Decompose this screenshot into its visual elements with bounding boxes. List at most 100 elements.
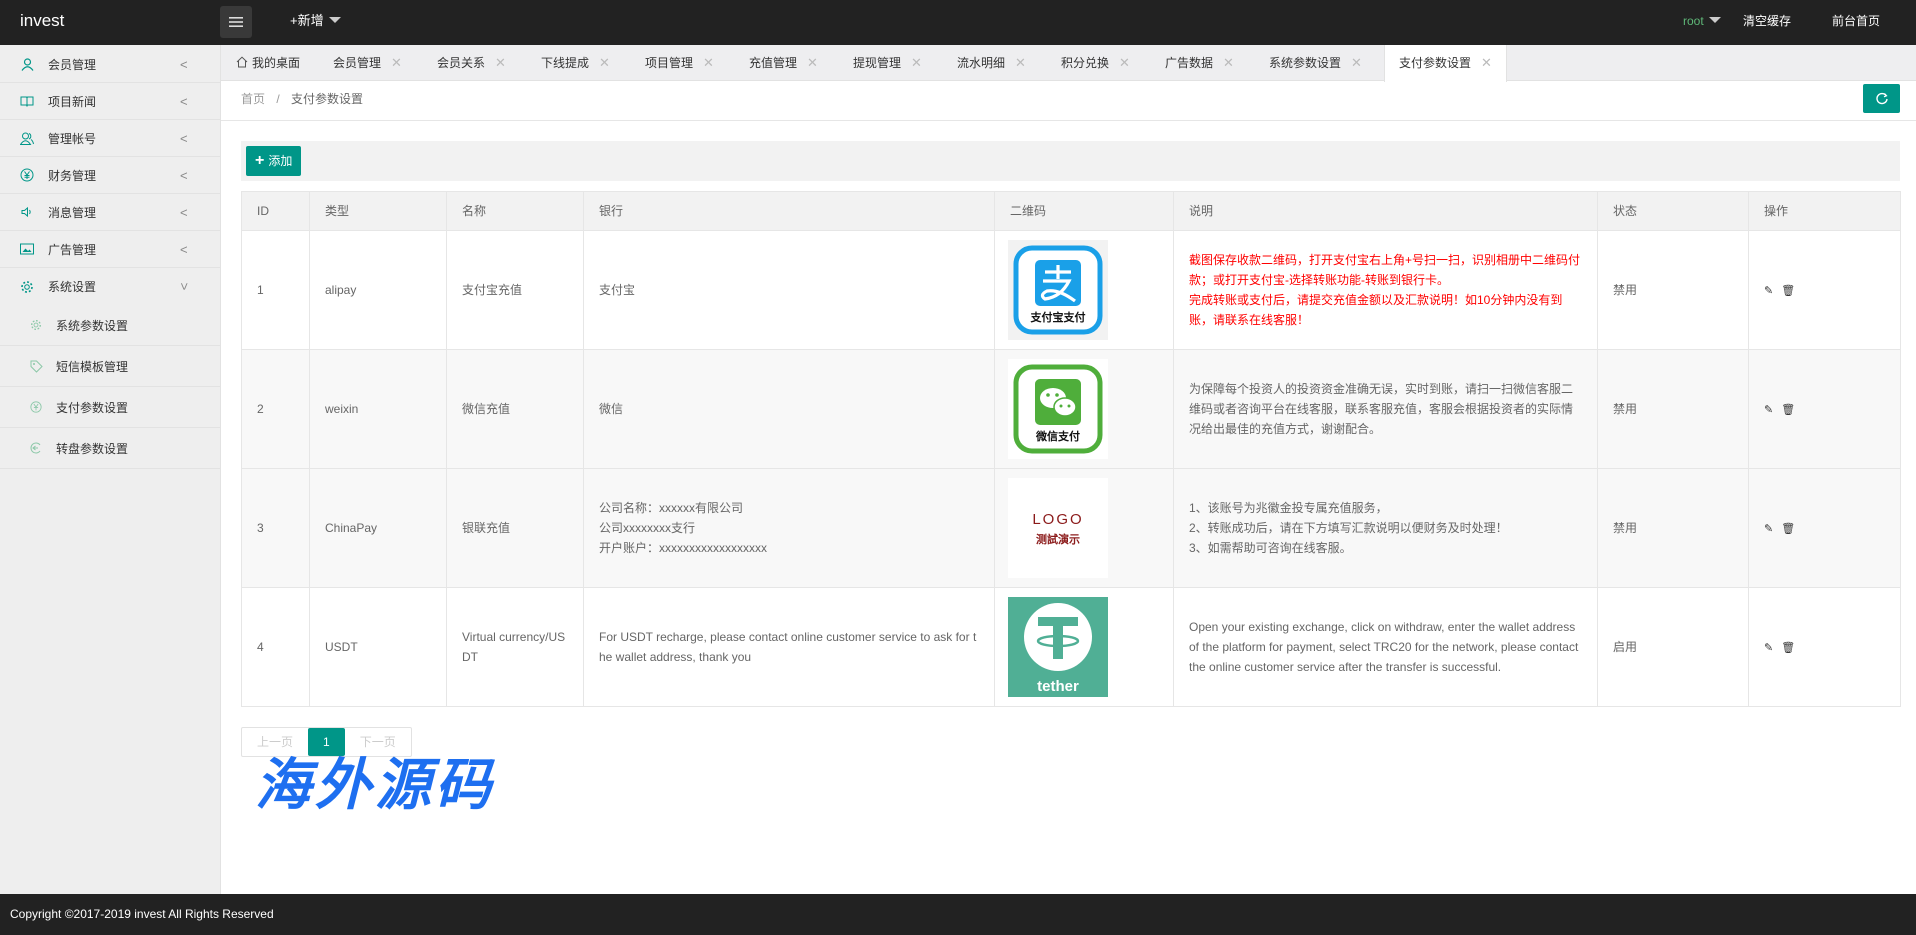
col-header-bank: 银行 — [583, 191, 995, 231]
delete-icon[interactable]: 🗑 — [1781, 285, 1795, 297]
tab-payment-params[interactable]: 支付参数设置 ✕ — [1384, 45, 1507, 82]
tab-withdraw[interactable]: 提现管理 ✕ — [853, 45, 922, 81]
wechat-pay-logo-icon: 微信支付 — [1013, 364, 1103, 454]
tab-members[interactable]: 会员管理 ✕ — [333, 45, 402, 81]
sidebar-item-label: 转盘参数设置 — [56, 441, 129, 456]
chevron-left-icon: < — [180, 130, 188, 146]
qr-caption: tether — [1037, 678, 1079, 695]
alipay-qrcode-image[interactable]: 支付宝支付 — [1008, 240, 1108, 340]
sidebar-subitem-payment-params[interactable]: 支付参数设置 — [0, 387, 220, 428]
tab-points-exchange[interactable]: 积分兑换 ✕ — [1061, 45, 1130, 81]
qr-caption: 微信支付 — [1035, 429, 1080, 443]
cell-bank: 支付宝 — [583, 230, 995, 350]
refresh-button[interactable] — [1863, 84, 1900, 113]
delete-icon[interactable]: 🗑 — [1781, 642, 1795, 654]
user-icon — [20, 57, 34, 71]
close-icon[interactable]: ✕ — [911, 55, 922, 70]
sidebar-item-messages[interactable]: 消息管理 < — [0, 194, 220, 231]
tab-bar: 我的桌面 会员管理 ✕ 会员关系 ✕ 下线提成 ✕ 项目管理 ✕ 充值管理 ✕ 提现管理 ✕… — [221, 45, 1916, 82]
wechat-qrcode-image[interactable]: 微信支付 — [1008, 359, 1108, 459]
table-row: 2 weixin 微信充值 微信 微信支付 为保障每个投资人的投资资金准确无误，… — [241, 349, 1901, 469]
cell-bank: 微信 — [583, 349, 995, 469]
sidebar-item-system[interactable]: 系统设置 < — [0, 268, 220, 305]
table-row: 3 ChinaPay 银联充值 公司名称：xxxxxx有限公司 公司xxxxxx… — [241, 468, 1901, 588]
description-text: 截图保存收款二维码，打开支付宝右上角+号扫一扫，识别相册中二维码付款；或打开支付… — [1189, 253, 1581, 327]
close-icon[interactable]: ✕ — [391, 55, 402, 70]
tab-transactions[interactable]: 流水明细 ✕ — [957, 45, 1026, 81]
edit-icon[interactable]: ✎ — [1764, 285, 1773, 297]
close-icon[interactable]: ✕ — [599, 55, 610, 70]
delete-icon[interactable]: 🗑 — [1781, 404, 1795, 416]
picture-icon — [20, 242, 34, 256]
chevron-left-icon: < — [180, 204, 188, 220]
caret-down-icon — [328, 16, 341, 23]
sidebar-subitem-sms-templates[interactable]: 短信模板管理 — [0, 346, 220, 387]
edit-icon[interactable]: ✎ — [1764, 404, 1773, 416]
payment-table: ID 类型 名称 银行 二维码 说明 状态 操作 1 alipay 支付宝充值 … — [241, 191, 1901, 707]
sidebar-item-label: 系统参数设置 — [56, 318, 129, 333]
add-button[interactable]: + 添加 — [246, 146, 302, 176]
table-toolbar: + 添加 — [241, 141, 1900, 181]
close-icon[interactable]: ✕ — [495, 55, 506, 70]
cell-bank: For USDT recharge, please contact online… — [583, 587, 995, 707]
close-icon[interactable]: ✕ — [1351, 55, 1362, 70]
hamburger-icon — [229, 17, 243, 27]
yen-icon — [29, 400, 43, 414]
menu-toggle-button[interactable] — [220, 6, 252, 38]
edit-icon[interactable]: ✎ — [1764, 523, 1773, 535]
edit-icon[interactable]: ✎ — [1764, 642, 1773, 654]
sidebar-subitem-wheel-params[interactable]: 转盘参数设置 — [0, 428, 220, 469]
tab-member-relations[interactable]: 会员关系 ✕ — [437, 45, 506, 81]
sidebar: 会员管理 < 项目新闻 < 管理帐号 < 财务管理 < 消息管理 < 广告管理 … — [0, 45, 221, 895]
gear-icon — [20, 280, 34, 294]
user-menu[interactable]: root — [1683, 0, 1721, 42]
tab-projects[interactable]: 项目管理 ✕ — [645, 45, 714, 81]
logo-qrcode-image[interactable]: LOGO 测試演示 — [1008, 478, 1108, 578]
tether-qrcode-image[interactable]: tether — [1008, 597, 1108, 697]
col-header-name: 名称 — [446, 191, 584, 231]
user-name: root — [1683, 14, 1704, 28]
cell-description: 截图保存收款二维码，打开支付宝右上角+号扫一扫，识别相册中二维码付款；或打开支付… — [1173, 230, 1598, 350]
breadcrumb-current: 支付参数设置 — [291, 92, 364, 106]
sidebar-item-accounts[interactable]: 管理帐号 < — [0, 120, 220, 157]
footer: Copyright ©2017-2019 invest All Rights R… — [0, 894, 1916, 935]
qr-caption: 支付宝支付 — [1030, 310, 1086, 324]
sidebar-item-members[interactable]: 会员管理 < — [0, 46, 220, 83]
close-icon[interactable]: ✕ — [1119, 55, 1130, 70]
app-logo[interactable]: invest — [20, 0, 64, 42]
delete-icon[interactable]: 🗑 — [1781, 523, 1795, 535]
close-icon[interactable]: ✕ — [1015, 55, 1026, 70]
sidebar-subitem-system-params[interactable]: 系统参数设置 — [0, 305, 220, 346]
tab-system-params[interactable]: 系统参数设置 ✕ — [1269, 45, 1362, 81]
plus-icon: + — [255, 152, 265, 169]
cell-bank: 公司名称：xxxxxx有限公司 公司xxxxxxxx支行 开户账户：xxxxxx… — [583, 468, 995, 588]
sidebar-item-finance[interactable]: 财务管理 < — [0, 157, 220, 194]
breadcrumb-home[interactable]: 首页 — [241, 92, 265, 106]
close-icon[interactable]: ✕ — [1223, 55, 1234, 70]
cell-status: 禁用 — [1597, 230, 1749, 350]
cell-actions: ✎ 🗑 — [1748, 587, 1901, 707]
sidebar-item-ads[interactable]: 广告管理 < — [0, 231, 220, 268]
clear-cache-link[interactable]: 清空缓存 — [1743, 0, 1791, 42]
sidebar-item-label: 系统设置 — [48, 280, 97, 294]
tab-recharge[interactable]: 充值管理 ✕ — [749, 45, 818, 81]
tab-downline-commission[interactable]: 下线提成 ✕ — [541, 45, 610, 81]
add-label: 添加 — [268, 154, 293, 168]
tab-desktop[interactable]: 我的桌面 — [236, 45, 300, 81]
breadcrumb: 首页 / 支付参数设置 — [241, 81, 363, 117]
tab-label: 下线提成 — [541, 56, 590, 70]
cell-actions: ✎ 🗑 — [1748, 230, 1901, 350]
sidebar-item-news[interactable]: 项目新闻 < — [0, 83, 220, 120]
cell-name: Virtual currency/USDT — [446, 587, 584, 707]
cell-description: Open your existing exchange, click on wi… — [1173, 587, 1598, 707]
tag-icon — [29, 359, 43, 373]
close-icon[interactable]: ✕ — [1481, 55, 1492, 70]
sidebar-item-label: 消息管理 — [48, 205, 97, 220]
new-menu[interactable]: +新增 — [290, 0, 341, 42]
cell-qrcode: tether — [994, 587, 1174, 707]
front-home-link[interactable]: 前台首页 — [1832, 0, 1880, 42]
tab-ad-data[interactable]: 广告数据 ✕ — [1165, 45, 1234, 81]
close-icon[interactable]: ✕ — [703, 55, 714, 70]
close-icon[interactable]: ✕ — [807, 55, 818, 70]
yen-icon — [20, 168, 34, 182]
